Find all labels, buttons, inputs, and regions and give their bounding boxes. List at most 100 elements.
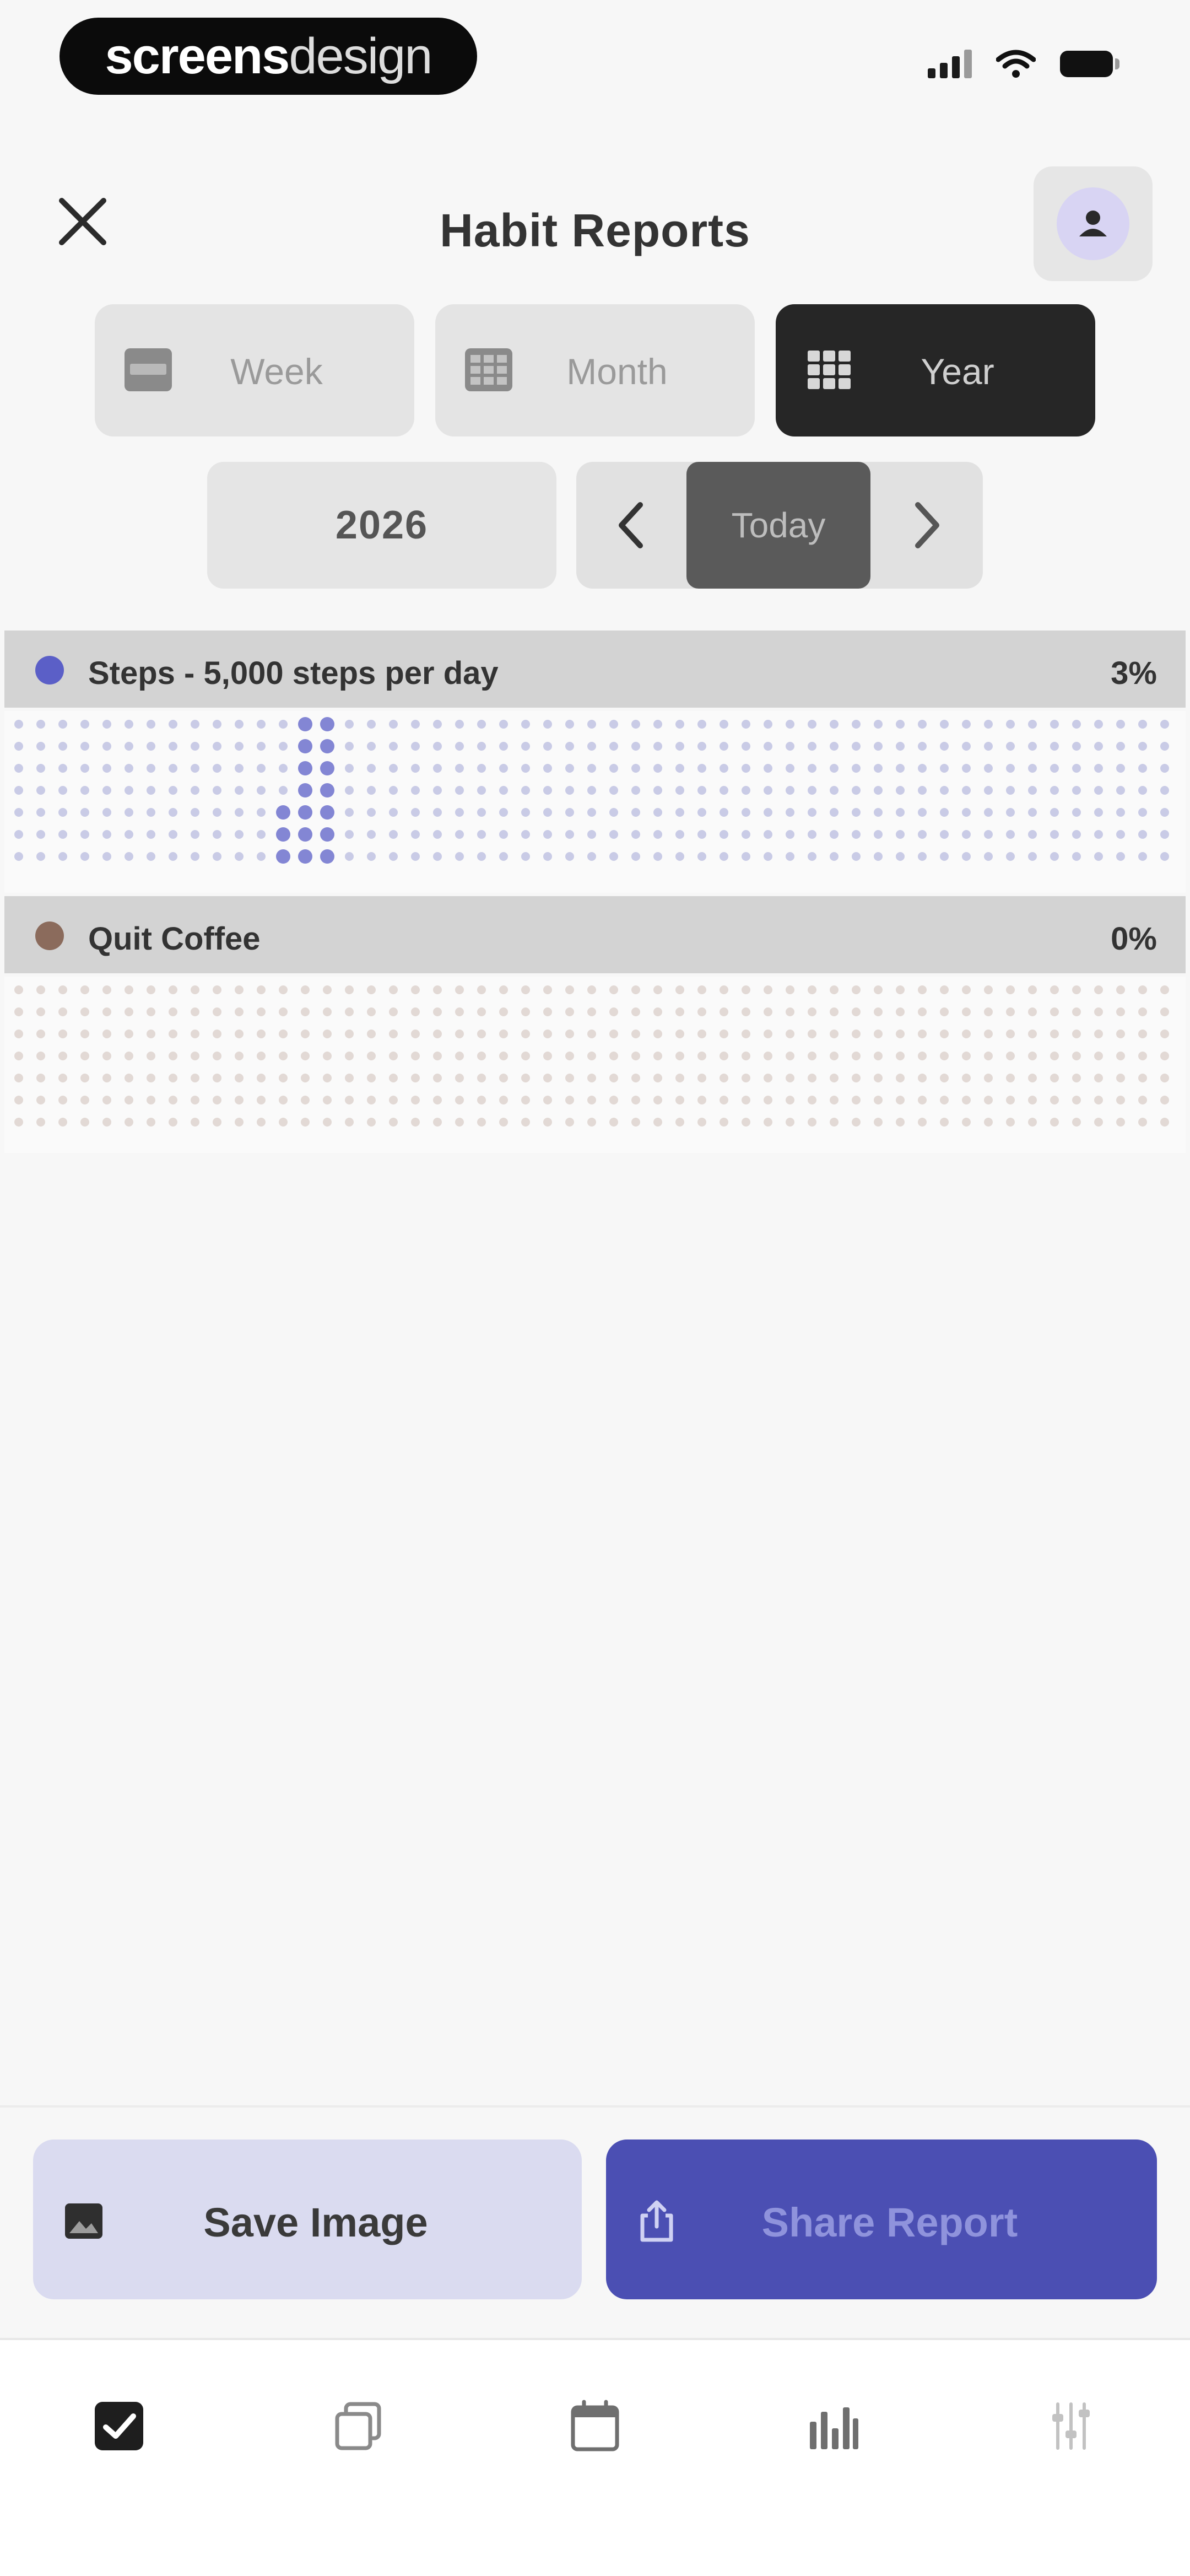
empty-day-dot	[565, 742, 574, 751]
empty-day-dot	[191, 786, 199, 795]
empty-day-dot	[962, 1074, 971, 1082]
empty-day-dot	[984, 1118, 993, 1127]
empty-day-dot	[455, 808, 464, 817]
empty-day-dot	[962, 1096, 971, 1104]
empty-day-dot	[345, 786, 354, 795]
empty-day-dot	[720, 764, 728, 773]
habit-header-quit-coffee[interactable]: Quit Coffee 0%	[4, 896, 1186, 973]
year-value: 2026	[335, 503, 429, 547]
save-image-button[interactable]: Save Image	[33, 2140, 582, 2299]
empty-day-dot	[257, 1007, 266, 1016]
empty-day-dot	[1116, 1052, 1125, 1060]
empty-day-dot	[191, 1007, 199, 1016]
empty-day-dot	[1160, 1074, 1169, 1082]
empty-day-dot	[984, 1007, 993, 1016]
empty-day-dot	[1094, 1118, 1103, 1127]
empty-day-dot	[102, 1096, 111, 1104]
empty-day-dot	[80, 830, 89, 839]
empty-day-dot	[587, 808, 596, 817]
tab-copy[interactable]	[325, 2393, 391, 2459]
completed-day-dot	[298, 849, 312, 864]
empty-day-dot	[1116, 764, 1125, 773]
empty-day-dot	[102, 985, 111, 994]
empty-day-dot	[36, 1052, 45, 1060]
tab-stats[interactable]	[800, 2393, 866, 2459]
tab-year[interactable]: Year	[776, 304, 1095, 436]
empty-day-dot	[786, 720, 794, 729]
empty-day-dot	[918, 1052, 927, 1060]
empty-day-dot	[235, 764, 244, 773]
empty-day-dot	[1006, 1074, 1015, 1082]
tab-calendar[interactable]	[562, 2393, 628, 2459]
empty-day-dot	[653, 742, 662, 751]
empty-day-dot	[14, 764, 23, 773]
year-selector[interactable]: 2026	[207, 462, 556, 589]
empty-day-dot	[742, 1118, 750, 1127]
empty-day-dot	[808, 786, 816, 795]
empty-day-dot	[565, 830, 574, 839]
empty-day-dot	[940, 1052, 949, 1060]
empty-day-dot	[1072, 852, 1081, 861]
empty-day-dot	[1006, 764, 1015, 773]
empty-day-dot	[389, 786, 398, 795]
empty-day-dot	[631, 852, 640, 861]
empty-day-dot	[1160, 764, 1169, 773]
profile-button[interactable]	[1034, 166, 1153, 281]
empty-day-dot	[499, 985, 508, 994]
empty-day-dot	[830, 852, 839, 861]
empty-day-dot	[1094, 852, 1103, 861]
empty-day-dot	[565, 1118, 574, 1127]
empty-day-dot	[36, 786, 45, 795]
empty-day-dot	[411, 985, 420, 994]
empty-day-dot	[697, 720, 706, 729]
empty-day-dot	[58, 764, 67, 773]
empty-day-dot	[169, 1052, 177, 1060]
empty-day-dot	[367, 1118, 376, 1127]
empty-day-dot	[653, 786, 662, 795]
empty-day-dot	[36, 852, 45, 861]
empty-day-dot	[125, 1118, 133, 1127]
empty-day-dot	[58, 1074, 67, 1082]
empty-day-dot	[720, 1007, 728, 1016]
empty-day-dot	[852, 808, 861, 817]
empty-day-dot	[984, 830, 993, 839]
today-button[interactable]: Today	[686, 462, 870, 589]
empty-day-dot	[102, 1052, 111, 1060]
empty-day-dot	[455, 764, 464, 773]
empty-day-dot	[697, 808, 706, 817]
empty-day-dot	[609, 1052, 618, 1060]
empty-day-dot	[1072, 1030, 1081, 1038]
tab-week[interactable]: Week	[95, 304, 414, 436]
empty-day-dot	[675, 742, 684, 751]
next-period-button[interactable]	[870, 462, 983, 589]
empty-day-dot	[1160, 808, 1169, 817]
empty-day-dot	[1050, 786, 1059, 795]
empty-day-dot	[433, 808, 442, 817]
empty-day-dot	[14, 742, 23, 751]
empty-day-dot	[609, 1096, 618, 1104]
tab-settings[interactable]	[1038, 2393, 1104, 2459]
empty-day-dot	[455, 1052, 464, 1060]
tab-habits[interactable]	[86, 2393, 152, 2459]
empty-day-dot	[257, 808, 266, 817]
empty-day-dot	[455, 985, 464, 994]
empty-day-dot	[521, 764, 530, 773]
previous-period-button[interactable]	[576, 462, 686, 589]
empty-day-dot	[565, 1052, 574, 1060]
empty-day-dot	[764, 985, 772, 994]
empty-day-dot	[940, 1118, 949, 1127]
empty-day-dot	[852, 720, 861, 729]
empty-day-dot	[786, 1007, 794, 1016]
empty-day-dot	[940, 808, 949, 817]
tab-month[interactable]: Month	[435, 304, 755, 436]
habit-header-steps[interactable]: Steps - 5,000 steps per day 3%	[4, 630, 1186, 708]
empty-day-dot	[1116, 985, 1125, 994]
empty-day-dot	[565, 720, 574, 729]
empty-day-dot	[433, 1096, 442, 1104]
empty-day-dot	[609, 742, 618, 751]
share-report-button[interactable]: Share Report	[606, 2140, 1157, 2299]
empty-day-dot	[433, 1007, 442, 1016]
empty-day-dot	[521, 786, 530, 795]
empty-day-dot	[962, 786, 971, 795]
empty-day-dot	[80, 1030, 89, 1038]
